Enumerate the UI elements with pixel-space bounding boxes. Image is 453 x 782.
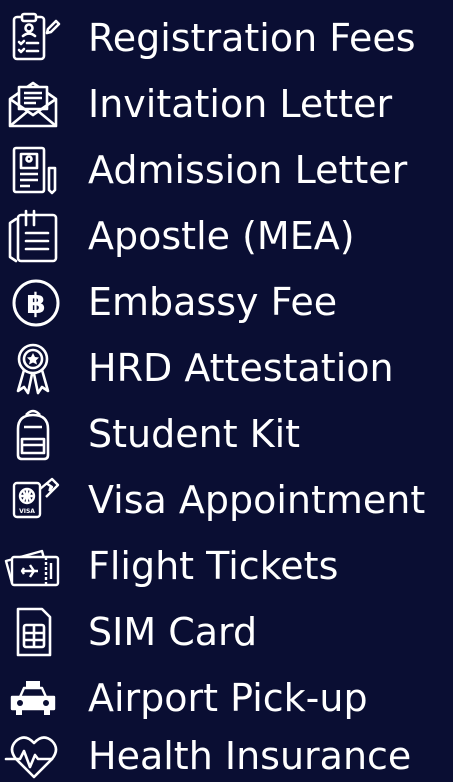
backpack-icon [4, 407, 62, 461]
visa-passport-icon: VISA [4, 473, 62, 527]
item-label: Admission Letter [88, 148, 408, 192]
svg-text:VISA: VISA [19, 508, 35, 515]
list-item: ฿ Embassy Fee [0, 269, 453, 335]
document-id-icon [4, 143, 62, 197]
sim-card-icon [4, 605, 62, 659]
item-label: Student Kit [88, 412, 301, 456]
list-item: Registration Fees [0, 5, 453, 71]
list-item: Apostle (MEA) [0, 203, 453, 269]
item-label: Invitation Letter [88, 82, 393, 126]
item-label: SIM Card [88, 610, 258, 654]
svg-text:฿: ฿ [26, 287, 45, 320]
item-label: Apostle (MEA) [88, 214, 355, 258]
plane-ticket-icon [4, 539, 62, 593]
envelope-letter-icon [4, 77, 62, 131]
list-item: Admission Letter [0, 137, 453, 203]
item-label: Flight Tickets [88, 544, 339, 588]
list-item: Airport Pick-up [0, 665, 453, 731]
clipboard-checklist-icon [4, 11, 62, 65]
item-label: Registration Fees [88, 16, 416, 60]
list-item: Health Insurance [0, 723, 453, 782]
list-item: Flight Tickets [0, 533, 453, 599]
clipped-document-icon [4, 209, 62, 263]
list-item: VISA Visa Appointment [0, 467, 453, 533]
services-list: Registration Fees Invitation Letter Admi [0, 0, 453, 782]
list-item: HRD Attestation [0, 335, 453, 401]
item-label: Embassy Fee [88, 280, 338, 324]
heart-pulse-icon [4, 729, 62, 782]
list-item: Student Kit [0, 401, 453, 467]
item-label: Health Insurance [88, 734, 412, 778]
item-label: HRD Attestation [88, 346, 394, 390]
baht-coin-icon: ฿ [4, 275, 62, 329]
list-item: SIM Card [0, 599, 453, 665]
taxi-icon [4, 671, 62, 725]
award-ribbon-icon [4, 341, 62, 395]
item-label: Airport Pick-up [88, 676, 368, 720]
item-label: Visa Appointment [88, 478, 426, 522]
list-item: Invitation Letter [0, 71, 453, 137]
